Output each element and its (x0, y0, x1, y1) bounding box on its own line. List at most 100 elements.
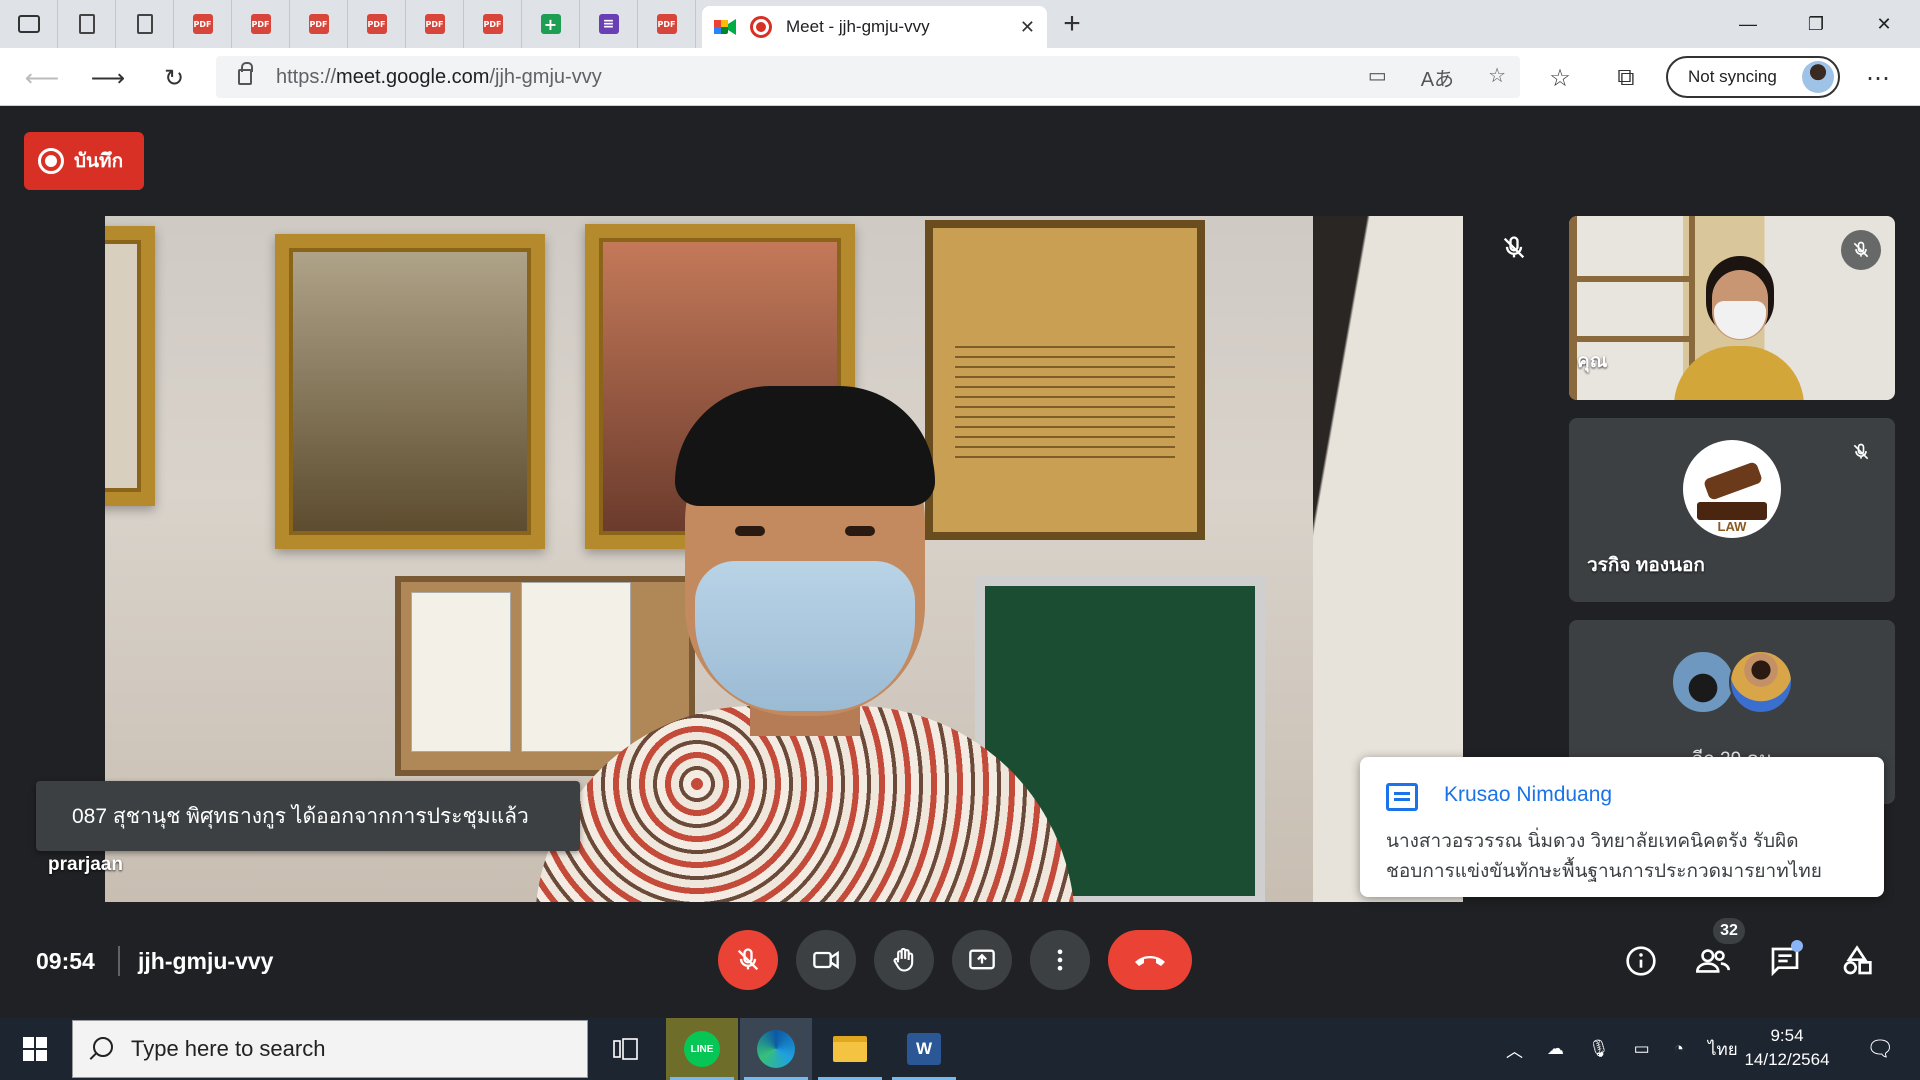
word-icon: W (907, 1033, 941, 1065)
battery-icon[interactable]: ▭ (1634, 1039, 1650, 1059)
raise-hand-button[interactable] (874, 930, 934, 990)
pdf-icon: PDF (424, 14, 445, 34)
divider (118, 946, 120, 976)
tab-sheets[interactable]: + (522, 0, 580, 48)
search-placeholder: Type here to search (131, 1036, 326, 1061)
collections-icon[interactable]: ⧉ (1606, 58, 1646, 98)
forward-button[interactable]: ⟶ (88, 58, 128, 98)
participant-avatar (1729, 650, 1793, 714)
profile-avatar (1802, 61, 1834, 93)
forms-icon: ≡ (598, 14, 619, 34)
clock-date: 14/12/2564 (1744, 1050, 1830, 1069)
taskbar-line-app[interactable]: LINE (666, 1018, 738, 1080)
law-gavel-avatar: LAW (1683, 440, 1781, 538)
browser-tab-strip: PDF PDF PDF PDF PDF PDF + ≡ PDF Meet - j… (0, 0, 1920, 48)
chat-message-icon (1386, 783, 1418, 811)
hand-icon (893, 947, 914, 972)
leave-call-button[interactable] (1108, 930, 1192, 990)
window-icon (17, 15, 40, 33)
more-menu-icon[interactable]: ⋯ (1858, 58, 1898, 98)
tab-pdf-1[interactable]: PDF (174, 0, 232, 48)
favorites-icon[interactable]: ☆ (1540, 58, 1580, 98)
lock-icon[interactable] (238, 62, 253, 85)
onedrive-icon[interactable]: ☁ (1547, 1039, 1564, 1059)
line-app-icon: LINE (684, 1031, 720, 1067)
participant-avatar (1671, 650, 1735, 714)
tab-pdf-5[interactable]: PDF (406, 0, 464, 48)
address-bar[interactable]: https://meet.google.com/jjh-gmju-vvy ▭ A… (216, 56, 1520, 98)
taskbar-search-box[interactable]: Type here to search (72, 1020, 588, 1078)
start-button[interactable] (0, 1018, 70, 1080)
new-tab-button[interactable]: + (1047, 0, 1097, 48)
microphone-icon[interactable]: 🎙 (1588, 1039, 1610, 1059)
reload-button[interactable]: ↻ (154, 58, 194, 98)
pdf-icon: PDF (656, 14, 677, 34)
restore-button[interactable]: ❐ (1782, 0, 1850, 48)
recording-indicator-icon (750, 16, 772, 38)
people-button[interactable] (1690, 938, 1736, 984)
clock-time: 9:54 (1770, 1026, 1804, 1045)
participant-left-toast: 087 สุชานุช พิศุทธางกูร ได้ออกจากการประช… (36, 781, 580, 851)
close-window-button[interactable]: ✕ (1850, 0, 1918, 48)
tab-workspaces[interactable] (0, 0, 58, 48)
participant-tile-worakit[interactable]: LAW วรกิจ ทองนอก (1569, 418, 1895, 602)
tab-pdf-4[interactable]: PDF (348, 0, 406, 48)
tab-pdf-2[interactable]: PDF (232, 0, 290, 48)
tab-meet-active[interactable]: Meet - jjh-gmju-vvy ✕ (702, 6, 1047, 48)
windows-logo-icon (23, 1037, 47, 1061)
taskbar-clock[interactable]: 9:54 14/12/2564 (1722, 1024, 1852, 1072)
edge-browser-icon (757, 1030, 795, 1068)
tab-pdf-3[interactable]: PDF (290, 0, 348, 48)
notifications-button[interactable]: 🗨 (1854, 1018, 1906, 1080)
tab-pdf-6[interactable]: PDF (464, 0, 522, 48)
camera-permission-icon[interactable]: ▭ (1368, 63, 1387, 92)
tab-document-1[interactable] (58, 0, 116, 48)
close-tab-icon[interactable]: ✕ (1020, 17, 1035, 38)
task-view-button[interactable] (590, 1018, 662, 1080)
self-video-tile[interactable]: คุณ (1569, 216, 1895, 400)
meeting-details-button[interactable] (1618, 938, 1664, 984)
mic-toggle-button[interactable] (718, 930, 778, 990)
info-icon (1626, 946, 1656, 976)
camera-toggle-button[interactable] (796, 930, 856, 990)
show-hidden-icons-button[interactable]: ︿ (1506, 1037, 1523, 1062)
tab-title: Meet - jjh-gmju-vvy (786, 17, 930, 36)
more-vert-icon (1057, 949, 1063, 971)
tab-pdf-7[interactable]: PDF (638, 0, 696, 48)
meeting-code: jjh-gmju-vvy (138, 948, 274, 974)
self-person (1674, 256, 1804, 400)
pdf-icon: PDF (482, 14, 503, 34)
sync-label: Not syncing (1688, 67, 1777, 86)
tile-mic-off-icon (1841, 230, 1881, 270)
recording-badge[interactable]: บันทึก (24, 132, 144, 190)
speaker-person (535, 376, 1075, 902)
add-favorite-icon[interactable]: ☆ (1488, 63, 1506, 92)
back-button[interactable]: ⟵ (22, 58, 62, 98)
portrait-frame-1 (275, 234, 545, 549)
task-view-icon (613, 1038, 638, 1060)
chat-sender: Krusao Nimduang (1444, 783, 1613, 806)
taskbar-file-explorer[interactable] (814, 1018, 886, 1080)
camera-icon (813, 950, 839, 970)
tile-mic-off-icon (1841, 432, 1881, 472)
minimize-button[interactable]: — (1714, 0, 1782, 48)
url-text[interactable]: https://meet.google.com/jjh-gmju-vvy (276, 66, 602, 89)
document-icon (136, 14, 153, 34)
taskbar-word-app[interactable]: W (888, 1018, 960, 1080)
chat-message: นางสาวอรวรรณ นิ่มดวง วิทยาลัยเทคนิคตรัง … (1386, 831, 1822, 882)
taskbar-edge-app[interactable] (740, 1018, 812, 1080)
participant-name: วรกิจ ทองนอก (1587, 555, 1705, 576)
wifi-icon[interactable]: ◔ (1674, 1039, 1684, 1059)
document-icon (78, 14, 95, 34)
more-options-button[interactable] (1030, 930, 1090, 990)
activities-icon (1843, 945, 1872, 975)
recording-label: บันทึก (74, 151, 124, 172)
present-screen-button[interactable] (952, 930, 1012, 990)
tab-forms[interactable]: ≡ (580, 0, 638, 48)
translate-icon[interactable]: Aあ (1421, 63, 1454, 92)
profile-sync-button[interactable]: Not syncing (1666, 56, 1840, 98)
activities-button[interactable] (1834, 938, 1880, 984)
chat-notification[interactable]: Krusao Nimduang นางสาวอรวรรณ นิ่มดวง วิท… (1360, 757, 1884, 897)
pdf-icon: PDF (192, 14, 213, 34)
tab-document-2[interactable] (116, 0, 174, 48)
